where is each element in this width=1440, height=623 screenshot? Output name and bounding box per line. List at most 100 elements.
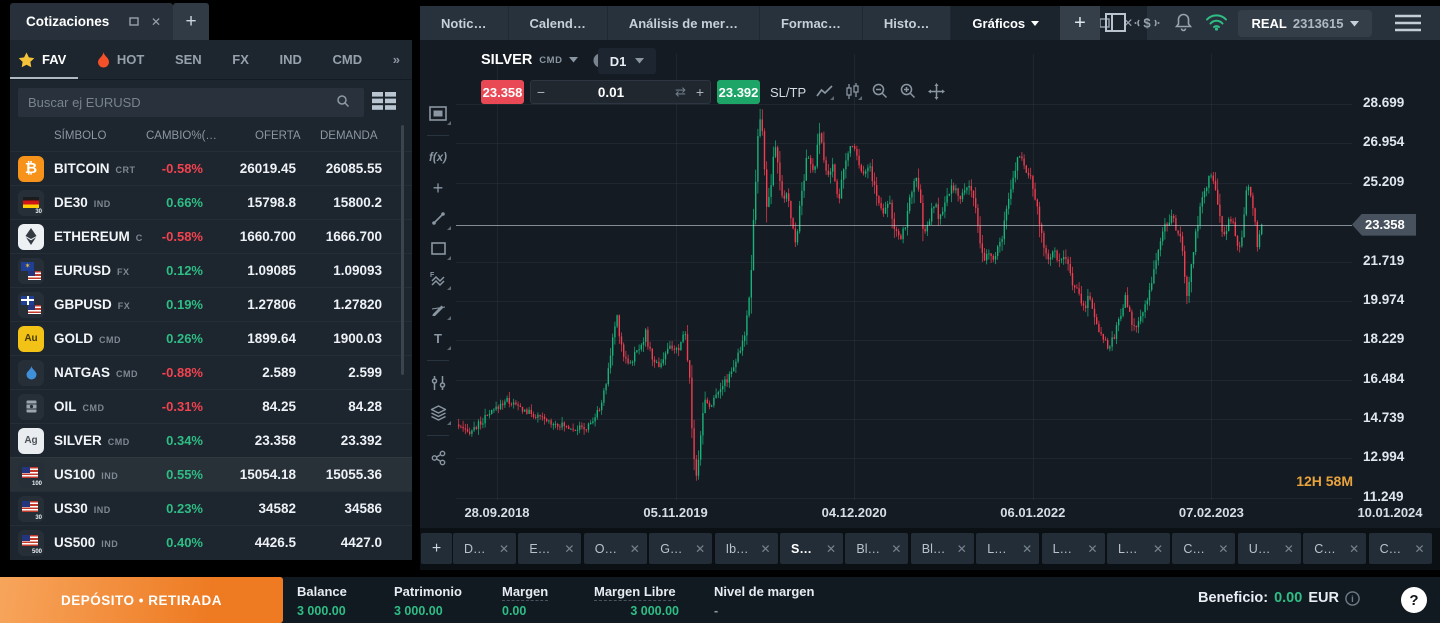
swap-icon[interactable]: ⇄ [675,84,686,100]
close-icon[interactable]: ✕ [1349,542,1359,556]
close-icon[interactable]: ✕ [499,542,509,556]
watchlist-row-eurusd[interactable]: ✶EURUSDFX0.12%1.090851.09093 [10,253,412,287]
chart-tab-label: L… [987,542,1018,556]
watchlist-row-natgas[interactable]: NATGASCMD-0.88%2.5892.599 [10,355,412,389]
panel-layout-icon[interactable] [1105,13,1126,32]
watchlist-tab-ind[interactable]: IND [280,40,302,79]
search-input[interactable] [18,88,364,117]
chart-tab-13[interactable]: U…✕ [1238,533,1301,564]
volume-increase-button[interactable]: + [690,84,710,100]
chart-symbol-selector[interactable]: SILVER CMD i [481,52,608,68]
watchlist-tab-sen[interactable]: SEN [175,40,202,79]
wifi-icon[interactable] [1205,13,1228,31]
watchlist-tab-fav[interactable]: FAV [18,40,66,79]
chart-tab-label: L… [1053,542,1084,556]
chart-tab-12[interactable]: C…✕ [1172,533,1235,564]
draw-icon[interactable] [425,295,451,321]
zoom-out-icon[interactable] [871,82,889,100]
chart-tab-9[interactable]: L… ✕ [976,533,1039,564]
sltp-button[interactable]: SL/TP [770,85,806,100]
watchlist-row-us30[interactable]: 30US30IND0.23%3458234586 [10,491,412,525]
chart-tab-14[interactable]: C…✕ [1303,533,1366,564]
volume-decrease-button[interactable]: − [531,84,551,100]
new-watchlist-tab-button[interactable]: + [173,3,209,40]
close-icon[interactable]: ✕ [1284,542,1294,556]
watchlist-row-us500[interactable]: 500US500IND0.40%4426.54427.0 [10,525,412,559]
buy-price-button[interactable]: 23.392 [717,80,760,104]
chart-tab-3[interactable]: O…✕ [584,533,647,564]
close-icon[interactable]: ✕ [826,542,836,556]
indicator-sliders-icon[interactable] [425,370,451,396]
account-selector[interactable]: REAL 2313615 [1238,10,1372,37]
close-icon[interactable]: ✕ [761,542,771,556]
fx-indicators-icon[interactable]: f(x) [425,145,451,171]
watchlist-row-gold[interactable]: AuGOLDCMD0.26%1899.641900.03 [10,321,412,355]
crosshair-icon[interactable]: + [425,175,451,201]
help-button[interactable]: ? [1401,587,1427,613]
column-header-s-mbolo: SÍMBOLO [54,130,106,142]
close-icon[interactable]: ✕ [957,542,967,556]
summary-value: 3 000.00 [297,604,347,618]
watchlist-row-oil[interactable]: OILCMD-0.31%84.2584.28 [10,389,412,423]
chart-tab-8[interactable]: Bl…✕ [911,533,974,564]
watchlist-tab-fx[interactable]: FX [232,40,249,79]
maximize-icon[interactable] [127,15,141,29]
chart-tab-7[interactable]: Bl…✕ [845,533,908,564]
rectangle-icon[interactable] [425,235,451,261]
money-sound-icon[interactable]: $ [1133,15,1161,31]
close-icon[interactable]: ✕ [1022,542,1032,556]
close-icon[interactable]: ✕ [695,542,705,556]
close-icon[interactable]: ✕ [149,15,163,29]
close-icon[interactable]: ✕ [1415,542,1425,556]
close-icon[interactable]: ✕ [564,542,574,556]
chart-window: f(x) + F T SILVER CMD i D1 23.358 − ⇄ + 23.… [420,40,1440,530]
zoom-in-icon[interactable] [899,82,917,100]
watchlist-row-us100[interactable]: 100US100IND0.55%15054.1815055.36 [10,457,412,491]
close-icon[interactable]: ✕ [891,542,901,556]
trendline-icon[interactable] [425,205,451,231]
fibonacci-icon[interactable]: F [425,265,451,291]
pan-icon[interactable] [927,82,945,100]
hamburger-menu-icon[interactable] [1395,14,1421,32]
watchlist-row-bitcoin[interactable]: ₿BITCOINCRT-0.58%26019.4526085.55 [10,151,412,185]
chart-tab-6[interactable]: S…✕ [780,533,843,564]
new-chart-tab-button[interactable]: + [421,533,452,564]
candlestick-canvas[interactable] [456,40,1356,506]
close-icon[interactable]: ✕ [630,542,640,556]
chart-tab-5[interactable]: Ib…✕ [715,533,778,564]
close-icon[interactable]: ✕ [1218,542,1228,556]
watchlist-row-gbpusd[interactable]: GBPUSDFX0.19%1.278061.27820 [10,287,412,321]
chevrons-right-icon[interactable]: » [393,51,400,69]
chart-tab-15[interactable]: C…✕ [1369,533,1432,564]
watchlist-row-de30[interactable]: 30DE30IND0.66%15798.815800.2 [10,185,412,219]
grid-view-icon[interactable] [372,92,396,110]
text-icon[interactable]: T [425,325,451,351]
timeframe-selector[interactable]: D1 [598,48,656,74]
watchlist-column-headers: SÍMBOLOCAMBIO%(…OFERTADEMANDA [10,124,412,150]
watchlist-scrollbar[interactable] [401,125,404,375]
volume-input[interactable] [551,84,671,101]
layers-icon[interactable] [425,400,451,426]
watchlist-tab-hot[interactable]: HOT [97,40,144,79]
share-icon[interactable] [425,445,451,471]
symbol-tag: CRT [116,165,136,175]
info-icon[interactable]: i [1345,591,1360,606]
line-mode-icon[interactable] [815,82,833,100]
chart-tab-10[interactable]: L… ✕ [1042,533,1105,564]
watchlist-tab-cmd[interactable]: CMD [333,40,363,79]
chart-tab-11[interactable]: L…✕ [1107,533,1170,564]
chart-tab-2[interactable]: E…✕ [518,533,581,564]
new-window-tab-button[interactable]: + [1060,6,1100,40]
candle-mode-icon[interactable] [843,82,861,100]
watchlist-window-tab[interactable]: Cotizaciones ✕ [10,3,173,40]
watchlist-row-silver[interactable]: AgSILVERCMD0.34%23.35823.392 [10,423,412,457]
bell-icon[interactable] [1175,13,1192,32]
chart-tab-1[interactable]: D…✕ [453,533,516,564]
chart-tab-4[interactable]: G…✕ [649,533,712,564]
symbol-tag: FX [117,267,130,277]
watchlist-row-ethereum[interactable]: ETHEREUMCRT-0.58%1660.7001666.700 [10,219,412,253]
screenshot-icon[interactable] [425,100,451,126]
close-icon[interactable]: ✕ [1088,542,1098,556]
close-icon[interactable]: ✕ [1153,542,1163,556]
sell-price-button[interactable]: 23.358 [481,80,524,104]
